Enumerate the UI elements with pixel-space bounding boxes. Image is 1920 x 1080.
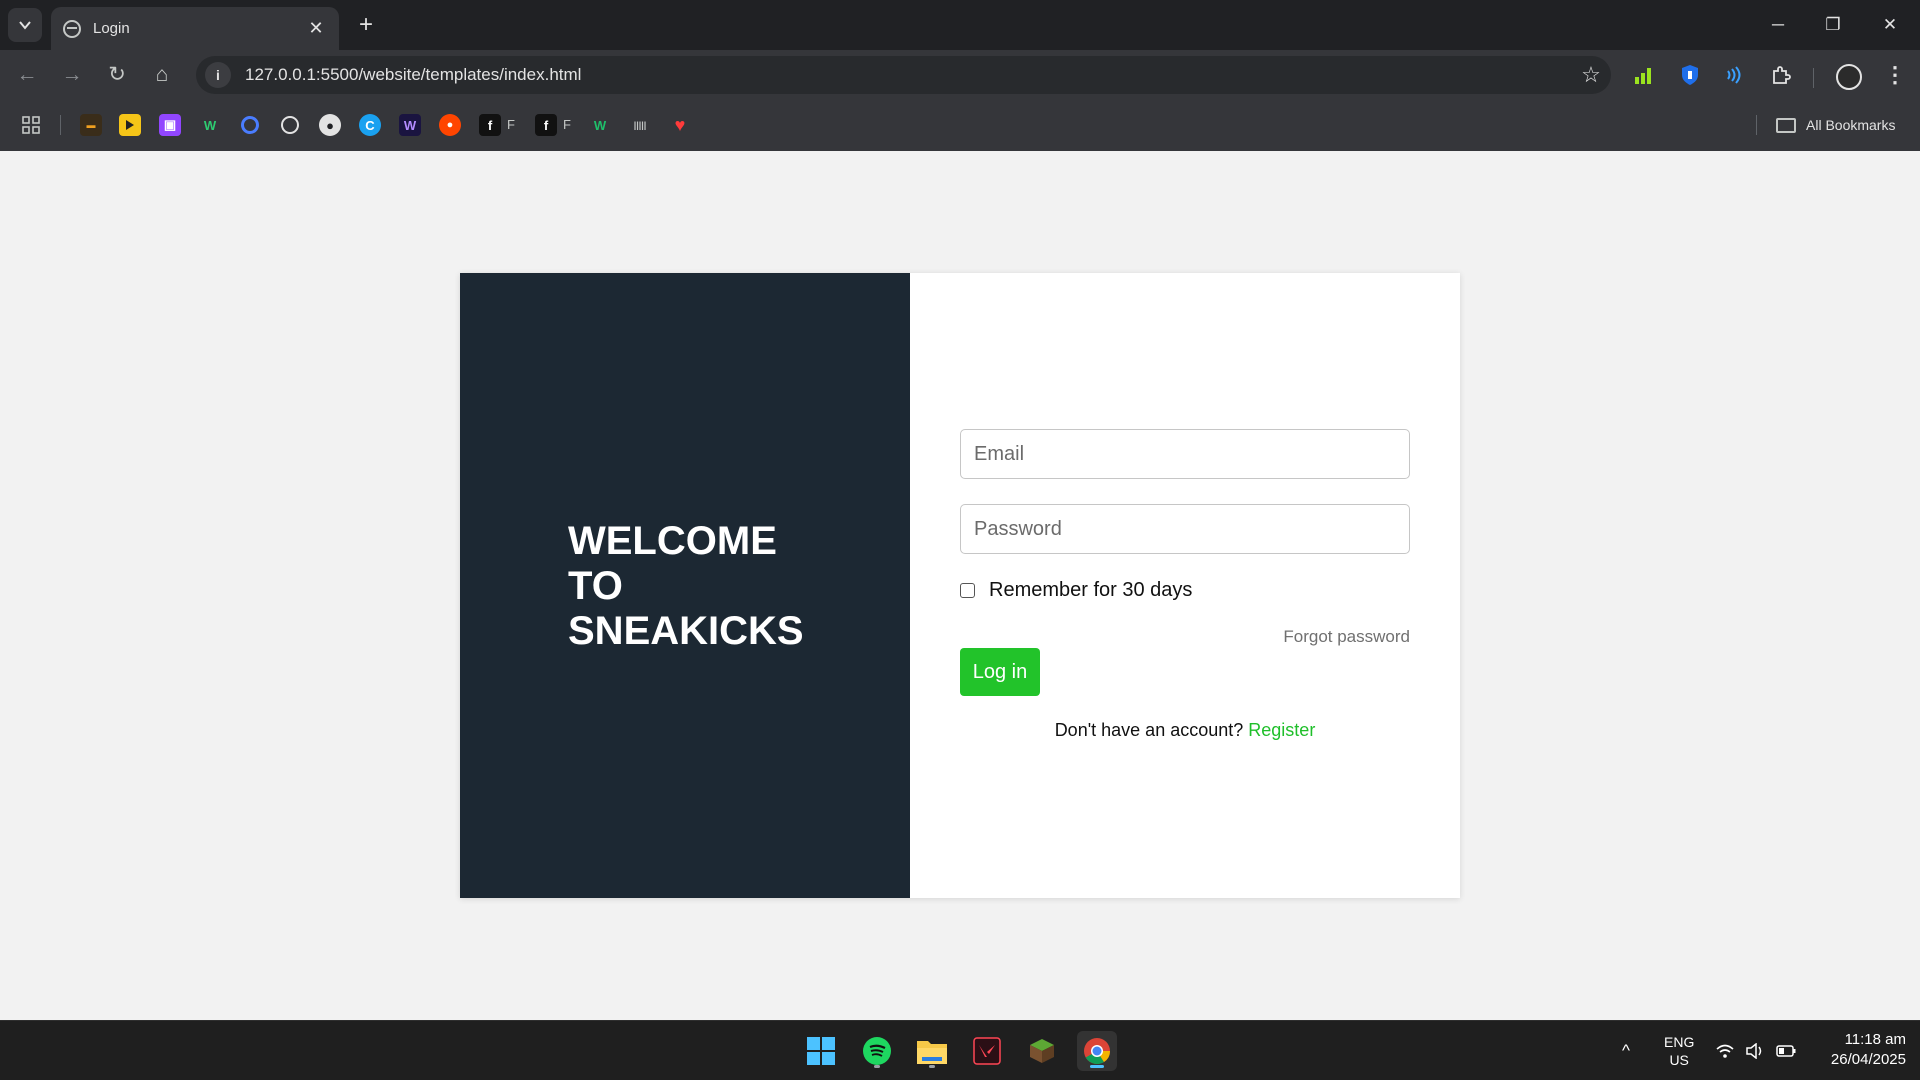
back-button[interactable]: ←: [10, 58, 44, 92]
language-line-1: ENG: [1664, 1034, 1695, 1050]
battery-icon: [1776, 1045, 1796, 1057]
tab-search-button[interactable]: [8, 8, 42, 42]
reddit-icon[interactable]: ●: [439, 114, 461, 136]
extension-shield-icon[interactable]: [1677, 62, 1703, 88]
password-field[interactable]: [960, 504, 1410, 554]
welcome-line-1: WELCOME: [568, 519, 777, 563]
forgot-password-link[interactable]: Forgot password: [1283, 627, 1410, 647]
forward-button[interactable]: →: [55, 58, 89, 92]
youtube-icon[interactable]: [119, 114, 141, 136]
running-indicator: [929, 1065, 935, 1068]
url-text[interactable]: 127.0.0.1:5500/website/templates/index.h…: [245, 65, 1571, 85]
signup-prompt-text: Don't have an account?: [1054, 720, 1244, 740]
system-tray-icons[interactable]: [1716, 1021, 1796, 1080]
browser-menu-button[interactable]: ⋮: [1880, 58, 1910, 92]
home-button[interactable]: ⌂: [145, 58, 179, 92]
w-green-icon[interactable]: W: [589, 114, 611, 136]
close-window-button[interactable]: ✕: [1868, 8, 1912, 42]
bookmark-icon-1[interactable]: ▬: [80, 114, 102, 136]
chrome-icon[interactable]: [1077, 1031, 1117, 1071]
welcome-panel: WELCOME TO SNEAKICKS: [460, 273, 910, 898]
volume-icon: [1746, 1043, 1762, 1059]
close-tab-icon[interactable]: ✕: [305, 18, 327, 39]
login-card: WELCOME TO SNEAKICKS Remember for 30 day…: [460, 273, 1460, 898]
tab-title: Login: [93, 20, 130, 37]
welcome-line-3: SNEAKICKS: [568, 609, 804, 653]
email-field[interactable]: [960, 429, 1410, 479]
windows-start-icon[interactable]: [801, 1031, 841, 1071]
w-icon[interactable]: W: [199, 114, 221, 136]
cisco-icon[interactable]: |||||: [629, 114, 651, 136]
language-indicator[interactable]: ENG US: [1664, 1021, 1694, 1080]
minimize-button[interactable]: ─: [1756, 8, 1800, 42]
twitch-icon[interactable]: ▣: [159, 114, 181, 136]
login-form: Remember for 30 days Forgot password Log…: [910, 273, 1460, 898]
file-explorer-icon[interactable]: [912, 1031, 952, 1071]
clock-date: 26/04/2025: [1830, 1051, 1906, 1068]
bookmark-label-f2[interactable]: F: [563, 117, 571, 132]
c-icon[interactable]: C: [359, 114, 381, 136]
extension-wave-icon[interactable]: [1720, 62, 1746, 88]
tab-strip: Login ✕ + ─ ❐ ✕: [0, 0, 1920, 50]
page-viewport: WELCOME TO SNEAKICKS Remember for 30 day…: [0, 151, 1920, 1020]
remember-me[interactable]: Remember for 30 days: [960, 579, 1192, 602]
system-clock[interactable]: 11:18 am 26/04/2025: [1806, 1030, 1906, 1070]
bookmarks-separator-right: [1756, 115, 1757, 135]
address-bar[interactable]: i 127.0.0.1:5500/website/templates/index…: [196, 56, 1611, 94]
site-info-icon[interactable]: i: [205, 62, 231, 88]
signup-prompt: Don't have an account? Register: [960, 720, 1410, 741]
f-icon[interactable]: f: [479, 114, 501, 136]
remember-label[interactable]: Remember for 30 days: [989, 579, 1192, 602]
apps-grid-icon[interactable]: [20, 114, 42, 136]
browser-toolbar: ← → ↻ ⌂ i 127.0.0.1:5500/website/templat…: [0, 50, 1920, 100]
bookmark-label-f1[interactable]: F: [507, 117, 515, 132]
w-dark-icon[interactable]: W: [399, 114, 421, 136]
tab-login[interactable]: Login ✕: [51, 7, 339, 50]
reload-button[interactable]: ↻: [100, 58, 134, 92]
profile-avatar[interactable]: [1836, 64, 1862, 90]
github-icon[interactable]: ●: [319, 114, 341, 136]
bookmarks-separator: [60, 115, 61, 135]
extensions-puzzle-icon[interactable]: [1768, 62, 1794, 88]
tray-chevron[interactable]: ^: [1622, 1021, 1630, 1080]
chevron-down-icon: [19, 21, 31, 30]
welcome-line-2: TO: [568, 564, 623, 608]
valorant-icon[interactable]: [967, 1031, 1007, 1071]
running-indicator: [874, 1065, 880, 1068]
restore-button[interactable]: ❐: [1811, 8, 1855, 42]
bookmarks-bar: ▬ ▣ W ● C W ● f F f F W ||||| ♥ All Book…: [0, 100, 1920, 151]
new-tab-button[interactable]: +: [352, 12, 380, 40]
active-indicator: [1090, 1065, 1104, 1068]
remember-checkbox[interactable]: [960, 583, 975, 598]
login-button[interactable]: Log in: [960, 648, 1040, 696]
language-line-2: US: [1669, 1052, 1689, 1068]
extension-chart-icon[interactable]: [1632, 62, 1658, 88]
register-link[interactable]: Register: [1248, 720, 1315, 740]
globe-icon: [63, 19, 81, 38]
browser-chrome: Login ✕ + ─ ❐ ✕ ← → ↻ ⌂ i 127.0.0.1:5500…: [0, 0, 1920, 151]
bookmark-star-icon[interactable]: ☆: [1571, 62, 1611, 88]
all-bookmarks-button[interactable]: All Bookmarks: [1776, 113, 1895, 137]
clock-time: 11:18 am: [1844, 1031, 1906, 1048]
all-bookmarks-label: All Bookmarks: [1806, 117, 1896, 133]
spotify-icon[interactable]: [857, 1031, 897, 1071]
heart-icon[interactable]: ♥: [669, 114, 691, 136]
welcome-heading: WELCOME TO SNEAKICKS: [568, 519, 868, 654]
taskbar: ^ ENG US 11:18 am 26/04/2025: [0, 1020, 1920, 1080]
openai-icon[interactable]: [279, 114, 301, 136]
q-icon[interactable]: [239, 114, 261, 136]
f-icon[interactable]: f: [535, 114, 557, 136]
minecraft-icon[interactable]: [1022, 1031, 1062, 1071]
toolbar-separator: [1813, 68, 1814, 88]
wifi-icon: [1716, 1044, 1734, 1058]
folder-icon: [1776, 117, 1796, 133]
